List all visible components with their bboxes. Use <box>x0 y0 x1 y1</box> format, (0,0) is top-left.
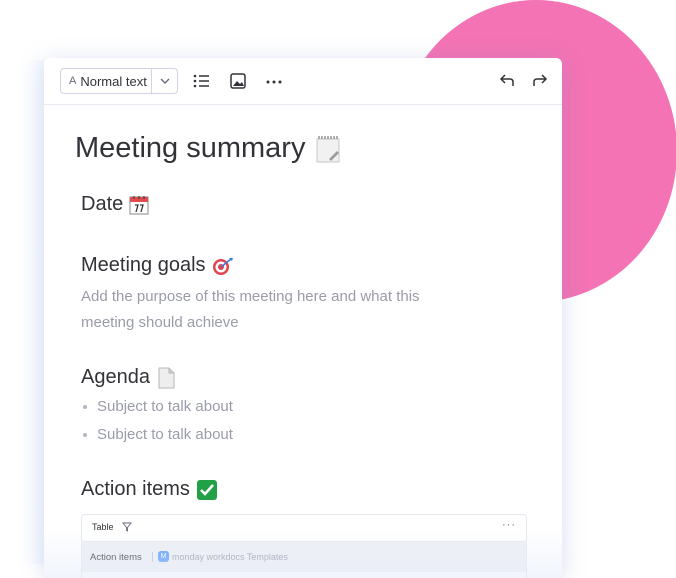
heading-action-text: Action items <box>81 478 190 500</box>
heading-action-items[interactable]: Action items <box>81 478 218 501</box>
filter-icon[interactable] <box>122 522 132 532</box>
page-title-text: Meeting summary <box>75 132 306 164</box>
text-format-dropdown[interactable]: A Normal text <box>60 68 178 94</box>
heading-meeting-goals[interactable]: Meeting goals <box>81 254 234 277</box>
agenda-item-text: Subject to talk about <box>97 426 233 443</box>
target-icon <box>212 257 233 275</box>
heading-goals-text: Meeting goals <box>81 254 206 276</box>
editor-toolbar: A Normal text <box>44 58 562 105</box>
more-icon[interactable] <box>264 71 284 91</box>
table-row[interactable]: Action items M monday workdocs Templates <box>82 542 526 572</box>
bullet-dot <box>83 405 87 410</box>
heading-date-text: Date <box>81 193 124 215</box>
heading-agenda[interactable]: Agenda <box>81 366 176 389</box>
undo-icon[interactable] <box>497 71 517 91</box>
document-icon <box>158 367 175 388</box>
agenda-list-item[interactable]: Subject to talk about <box>81 426 233 443</box>
heading-agenda-text: Agenda <box>81 366 150 388</box>
chevron-down-icon[interactable] <box>157 74 173 88</box>
dropdown-divider <box>151 69 152 93</box>
doc-editor-card: A Normal text Meeting summary Date Meeti… <box>44 58 562 578</box>
template-source-text: monday workdocs Templates <box>172 552 288 562</box>
embedded-table[interactable]: Table ··· Action items M monday workdocs… <box>81 514 527 578</box>
table-row-label: Action items <box>90 552 142 563</box>
bullet-dot <box>83 433 87 438</box>
table-more-icon[interactable]: ··· <box>502 519 516 531</box>
agenda-item-text: Subject to talk about <box>97 398 233 415</box>
text-format-label: Normal text <box>80 73 147 89</box>
bulleted-list-icon[interactable] <box>192 71 212 91</box>
monday-logo-icon: M <box>158 551 169 562</box>
heading-date[interactable]: Date <box>81 193 149 216</box>
text-format-icon: A <box>69 75 77 87</box>
image-icon[interactable] <box>228 71 248 91</box>
table-label: Table <box>92 522 114 532</box>
row-separator <box>152 552 153 562</box>
agenda-list-item[interactable]: Subject to talk about <box>81 398 233 415</box>
page-title[interactable]: Meeting summary <box>75 132 341 165</box>
goals-placeholder-text[interactable]: Add the purpose of this meeting here and… <box>81 284 441 336</box>
notepad-icon <box>316 135 340 162</box>
redo-icon[interactable] <box>530 71 550 91</box>
calendar-icon <box>129 195 149 214</box>
check-mark-icon <box>196 479 217 500</box>
table-header: Table ··· <box>82 515 526 542</box>
